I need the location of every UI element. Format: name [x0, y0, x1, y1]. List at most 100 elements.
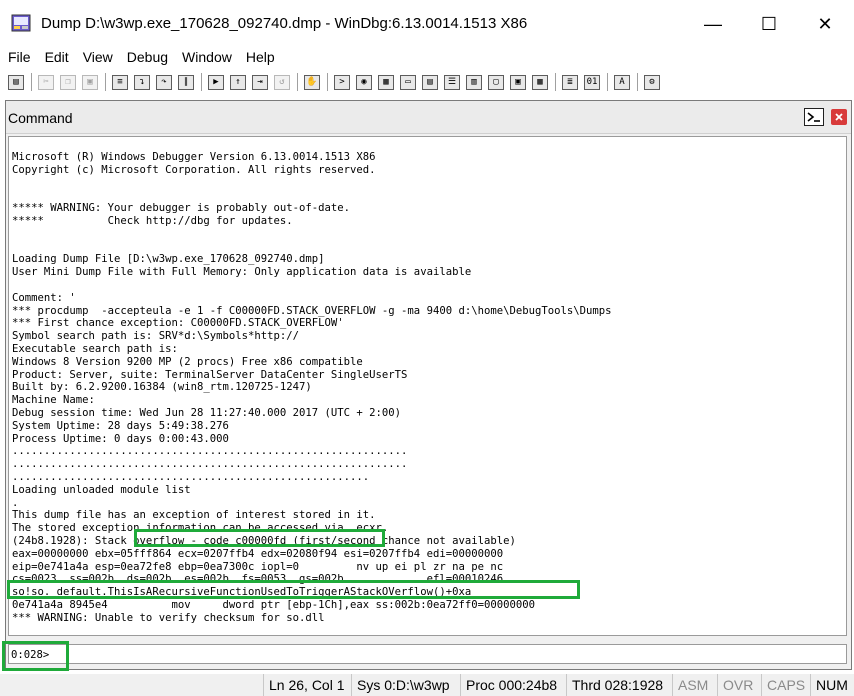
title-bar: Dump D:\w3wp.exe_170628_092740.dmp - Win…: [0, 0, 854, 50]
output-line: *** procdump -accepteula -e 1 -f C00000F…: [12, 304, 612, 317]
output-line: Executable search path is:: [12, 342, 178, 355]
output-line: Machine Name:: [12, 394, 95, 407]
output-line: ***** Check http://dbg for updates.: [12, 214, 293, 227]
highlight-box-prompt: [2, 641, 69, 671]
maximize-icon: ☐: [760, 13, 778, 34]
step-out-icon[interactable]: ↑: [230, 74, 246, 90]
menu-edit[interactable]: Edit: [37, 49, 75, 65]
close-icon: ✕: [817, 13, 833, 34]
status-thread: Thrd 028:1928: [566, 674, 668, 696]
output-line: Debug session time: Wed Jun 28 11:27:40.…: [12, 406, 402, 419]
font-icon[interactable]: A: [614, 74, 630, 90]
menu-file[interactable]: File: [0, 49, 37, 65]
panel-dock-button[interactable]: [804, 108, 824, 126]
output-line: *** WARNING: Unable to verify checksum f…: [12, 611, 325, 624]
output-line: Loading unloaded module list: [12, 483, 191, 496]
command-prompt-icon: [804, 108, 824, 126]
output-line: This dump file has an exception of inter…: [12, 509, 376, 522]
output-line: cs=0023 ss=002b ds=002b es=002b fs=0053 …: [12, 573, 504, 586]
output-line: Built by: 6.2.9200.16384 (win8_rtm.12072…: [12, 381, 312, 394]
status-sys: Sys 0:D:\w3wp: [351, 674, 455, 696]
minimize-button[interactable]: —: [690, 6, 736, 42]
modules-icon[interactable]: ▦: [532, 74, 548, 90]
command-input[interactable]: [67, 646, 837, 662]
watch-window-icon[interactable]: ◉: [356, 74, 372, 90]
step-over-icon[interactable]: ↷: [156, 74, 172, 90]
disassembly-icon[interactable]: ▥: [466, 74, 482, 90]
registers-icon[interactable]: ▭: [400, 74, 416, 90]
step-into-icon[interactable]: ↴: [134, 74, 150, 90]
command-output-text: Microsoft (R) Windows Debugger Version 6…: [9, 137, 846, 624]
panel-close-button[interactable]: [829, 108, 849, 126]
output-line: The stored exception information can be …: [12, 522, 389, 535]
minimize-icon: —: [704, 13, 722, 34]
hex-mode-icon[interactable]: 01: [584, 74, 600, 90]
command-output[interactable]: Microsoft (R) Windows Debugger Version 6…: [8, 136, 847, 636]
output-line: Symbol search path is: SRV*d:\Symbols*ht…: [12, 330, 300, 343]
output-line: ........................................…: [12, 458, 408, 471]
source-lines-icon[interactable]: ≣: [562, 74, 578, 90]
command-panel: Command Microsoft (R) Windows Debugger V…: [5, 100, 852, 670]
memory-icon[interactable]: ▤: [422, 74, 438, 90]
maximize-button[interactable]: ☐: [746, 6, 792, 42]
status-position: Ln 26, Col 1: [263, 674, 350, 696]
menu-debug[interactable]: Debug: [119, 49, 174, 65]
toolbar-separator: [637, 73, 639, 91]
toolbar-separator: [201, 73, 203, 91]
output-line: (24b8.1928): Stack overflow - code c0000…: [12, 534, 516, 547]
output-line: Copyright (c) Microsoft Corporation. All…: [12, 163, 376, 176]
output-line: User Mini Dump File with Full Memory: On…: [12, 266, 472, 279]
output-line: eax=00000000 ebx=05fff864 ecx=0207ffb4 e…: [12, 547, 504, 560]
output-line: *** First chance exception: C00000FD.STA…: [12, 317, 344, 330]
command-window-icon[interactable]: >: [334, 74, 350, 90]
menu-bar: File Edit View Debug Window Help: [0, 47, 854, 67]
paste-icon[interactable]: ▣: [82, 74, 98, 90]
status-num: NUM: [810, 674, 853, 696]
output-line: .: [12, 496, 19, 509]
output-line: Loading Dump File [D:\w3wp.exe_170628_09…: [12, 253, 325, 266]
open-icon[interactable]: ▤: [8, 74, 24, 90]
status-proc: Proc 000:24b8: [460, 674, 562, 696]
options-icon[interactable]: ⚙: [644, 74, 660, 90]
menu-help[interactable]: Help: [238, 49, 281, 65]
source-mode-icon[interactable]: ≡: [112, 74, 128, 90]
processes-icon[interactable]: ▣: [510, 74, 526, 90]
scratch-pad-icon[interactable]: ▢: [488, 74, 504, 90]
output-line: System Uptime: 28 days 5:49:38.276: [12, 419, 229, 432]
window-title: Dump D:\w3wp.exe_170628_092740.dmp - Win…: [41, 15, 528, 32]
cut-icon[interactable]: ✂: [38, 74, 54, 90]
status-asm: ASM: [672, 674, 713, 696]
output-line: Process Uptime: 0 days 0:00:43.000: [12, 432, 229, 445]
windbg-app-icon: [11, 14, 31, 32]
call-stack-icon[interactable]: ☰: [444, 74, 460, 90]
menu-view[interactable]: View: [75, 49, 119, 65]
close-icon: [831, 109, 847, 125]
output-line: Microsoft (R) Windows Debugger Version 6…: [12, 151, 376, 163]
output-line: ........................................…: [12, 445, 408, 458]
toolbar-separator: [607, 73, 609, 91]
run-to-cursor-icon[interactable]: ⇥: [252, 74, 268, 90]
break-icon[interactable]: ∥: [178, 74, 194, 90]
toolbar-separator: [31, 73, 33, 91]
panel-title: Command: [8, 110, 73, 126]
close-button[interactable]: ✕: [802, 6, 848, 42]
output-line: eip=0e741a4a esp=0ea72fe8 ebp=0ea7300c i…: [12, 560, 504, 573]
stop-icon[interactable]: ✋: [304, 74, 320, 90]
status-bar: Ln 26, Col 1 Sys 0:D:\w3wp Proc 000:24b8…: [0, 674, 854, 696]
toolbar-separator: [297, 73, 299, 91]
menu-window[interactable]: Window: [174, 49, 238, 65]
output-line: Comment: ': [12, 291, 76, 304]
copy-icon[interactable]: ❐: [60, 74, 76, 90]
go-icon[interactable]: ▶: [208, 74, 224, 90]
toolbar-separator: [105, 73, 107, 91]
toolbar-separator: [555, 73, 557, 91]
output-line: ........................................…: [12, 470, 370, 483]
restart-icon[interactable]: ↺: [274, 74, 290, 90]
locals-icon[interactable]: ▦: [378, 74, 394, 90]
toolbar: ▤ ✂ ❐ ▣ ≡ ↴ ↷ ∥ ▶ ↑ ⇥ ↺ ✋ > ◉ ▦ ▭ ▤ ☰ ▥ ▢ ▣ ▦ ≣ 01 A ⚙: [8, 70, 854, 94]
